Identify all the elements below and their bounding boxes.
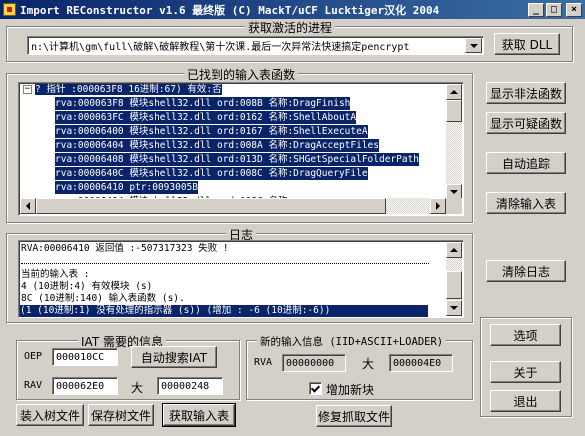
- chevron-down-icon[interactable]: [465, 38, 482, 53]
- load-tree-button[interactable]: 装入树文件: [16, 404, 84, 426]
- get-imports-button[interactable]: 获取输入表: [162, 403, 236, 427]
- log-vscroll-thumb[interactable]: [446, 271, 462, 299]
- imports-group-label: 已找到的输入表函数: [184, 66, 299, 83]
- tree-row[interactable]: rva:00006404 模块shell32.dll ord:008A 名称:D…: [55, 139, 379, 152]
- new-rva-label: RVA: [254, 357, 273, 368]
- app-icon: [3, 3, 16, 16]
- oep-input[interactable]: 000010CC: [52, 348, 118, 366]
- process-select-value: n:\计算机\gm\full\破解\破解教程\第十次课.最后一次异常法快速搞定p…: [31, 42, 410, 53]
- tree-row[interactable]: rva:00006400 模块shell32.dll ord:0167 名称:S…: [55, 125, 368, 138]
- log-line-selected: (1 (10进制:1) 没有处理的指示器 (s)) (增加 : -6 (10进制…: [20, 305, 428, 317]
- window-title: Import REConstructor v1.6 最终版 (C) MackT/…: [20, 3, 440, 17]
- attach-dll-button[interactable]: 获取 DLL: [494, 33, 560, 55]
- iat-size-label: 大: [131, 381, 144, 395]
- title-bar[interactable]: Import REConstructor v1.6 最终版 (C) MackT/…: [0, 0, 585, 19]
- clear-log-button[interactable]: 清除日志: [486, 260, 566, 282]
- imports-tree[interactable]: − ? 指针 :000063F8 16进制:67) 有效:否 rva:00006…: [18, 82, 464, 216]
- show-invalid-button[interactable]: 显示非法函数: [486, 82, 566, 104]
- process-group-label: 获取激活的进程: [245, 19, 336, 36]
- tree-row[interactable]: rva:000063F8 模块shell32.dll ord:008B 名称:D…: [55, 97, 351, 110]
- scroll-down-icon[interactable]: [446, 300, 462, 316]
- iat-rva-label: RAV: [24, 380, 43, 391]
- new-rva-input[interactable]: 00000000: [282, 354, 346, 372]
- iat-rva-input[interactable]: 000062E0: [52, 377, 118, 395]
- show-suspect-button[interactable]: 显示可疑函数: [486, 112, 566, 134]
- about-button[interactable]: 关于: [490, 361, 561, 383]
- log-list[interactable]: RVA:00006410 返回值 :-507317323 失败 ! 当前的输入表…: [18, 240, 464, 318]
- tree-row[interactable]: rva:0000640C 模块shell32.dll ord:008C 名称:D…: [55, 167, 368, 180]
- scroll-up-icon[interactable]: [446, 242, 462, 258]
- log-line: RVA:00006410 返回值 :-507317323 失败 !: [21, 243, 229, 254]
- log-line: 8C (10进制:140) 输入表函数 (s).: [21, 293, 185, 304]
- scroll-up-icon[interactable]: [446, 84, 462, 100]
- log-separator: [21, 263, 429, 264]
- log-line: 当前的输入表 :: [21, 269, 90, 280]
- oep-label: OEP: [24, 351, 43, 362]
- new-size-input[interactable]: 000004E0: [389, 354, 453, 372]
- tree-row[interactable]: rva:00006410 ptr:0093005B: [55, 181, 198, 194]
- tree-row[interactable]: rva:00006408 模块shell32.dll ord:013D 名称:S…: [55, 153, 420, 166]
- collapse-icon[interactable]: −: [23, 85, 32, 94]
- scroll-right-icon[interactable]: [430, 198, 446, 214]
- options-button[interactable]: 选项: [490, 324, 561, 346]
- new-size-label: 大: [362, 357, 375, 371]
- minimize-button[interactable]: _: [528, 2, 544, 17]
- iat-autosearch-button[interactable]: 自动搜索IAT: [131, 346, 217, 368]
- new-import-group-label: 新的输入信息 (IID+ASCII+LOADER): [257, 334, 447, 349]
- scroll-left-icon[interactable]: [20, 198, 36, 214]
- auto-trace-button[interactable]: 自动追踪: [486, 152, 566, 174]
- imports-vscroll-thumb[interactable]: [446, 100, 462, 122]
- close-button[interactable]: ×: [566, 2, 582, 17]
- add-section-label[interactable]: 增加新块: [326, 381, 374, 398]
- log-line: 4 (10进制:4) 有效模块 (s): [21, 281, 153, 292]
- iat-size-input[interactable]: 00000248: [157, 377, 223, 395]
- tree-row[interactable]: rva:000063FC 模块shell32.dll ord:0162 名称:S…: [55, 111, 357, 124]
- fix-dump-button[interactable]: 修复抓取文件: [316, 405, 392, 427]
- maximize-button[interactable]: □: [546, 2, 562, 17]
- exit-button[interactable]: 退出: [490, 390, 561, 412]
- clear-imports-button[interactable]: 清除输入表: [486, 192, 566, 214]
- process-select[interactable]: n:\计算机\gm\full\破解\破解教程\第十次课.最后一次异常法快速搞定p…: [27, 36, 484, 55]
- add-section-checkbox[interactable]: [309, 382, 322, 395]
- imports-hscroll-thumb[interactable]: [36, 198, 386, 214]
- tree-root-row[interactable]: ? 指针 :000063F8 16进制:67) 有效:否: [35, 83, 445, 96]
- save-tree-button[interactable]: 保存树文件: [88, 404, 154, 426]
- scroll-corner: [446, 198, 462, 214]
